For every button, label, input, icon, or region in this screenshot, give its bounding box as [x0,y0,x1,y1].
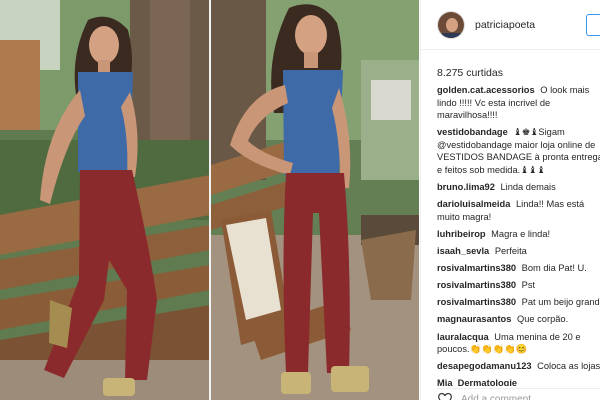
username-link[interactable]: patriciapoeta [475,19,535,31]
post-photo[interactable] [0,0,419,400]
comment-username[interactable]: luhribeirop [437,229,486,239]
photo-panel-right [211,0,419,400]
comment-item: Mia_Dermatologie [437,377,600,386]
post-header: patriciapoeta [421,0,600,50]
comment-text: Pst [521,280,536,291]
comment-list: golden.cat.acessorios O look mais lindo … [437,84,600,391]
comment-username[interactable]: darioluisalmeida [437,199,510,209]
comment-username[interactable]: rosivalmartins380 [437,280,516,290]
comment-text: Coloca as lojas [537,361,600,372]
comment-item: rosivalmartins380 Pat um beijo grande [437,296,600,309]
comment-username[interactable]: vestidobandage [437,127,508,137]
comment-username[interactable]: desapegodamanu123 [437,361,532,371]
comment-item: rosivalmartins380 Pst [437,279,600,292]
photo-right-scene [211,0,419,400]
comment-item: golden.cat.acessorios O look mais lindo … [437,84,600,122]
comment-username[interactable]: golden.cat.acessorios [437,85,535,95]
comment-username[interactable]: magnaurasantos [437,314,511,324]
comment-text: Magra e linda! [491,228,551,239]
comment-item: lauralacqua Uma menina de 20 e poucos.👏👏… [437,331,600,356]
comment-text: Pat um beijo grande [521,297,600,308]
comment-item: desapegodamanu123 Coloca as lojas [437,360,600,373]
follow-button[interactable] [586,13,600,36]
comment-username[interactable]: rosivalmartins380 [437,297,516,307]
comment-username[interactable]: bruno.lima92 [437,182,495,192]
add-comment-bar [437,388,600,400]
comment-username[interactable]: lauralacqua [437,332,489,342]
comment-item: bruno.lima92 Linda demais [437,181,600,194]
comment-item: luhribeirop Magra e linda! [437,228,600,241]
comment-username[interactable]: rosivalmartins380 [437,263,516,273]
comment-username[interactable]: isaah_sevla [437,246,489,256]
comment-text: Linda demais [500,182,556,193]
comment-item: magnaurasantos Que corpão. [437,313,600,326]
comment-item: darioluisalmeida Linda!! Mas está muito … [437,198,600,223]
avatar-image [438,11,464,38]
avatar[interactable] [437,10,465,39]
comment-text: Perfeita [494,246,527,257]
comment-text: Que corpão. [517,314,569,325]
comment-text: Bom dia Pat! U. [521,263,587,274]
likes-count[interactable]: 8.275 curtidas [437,67,503,79]
comment-item: vestidobandage ♝♚♝Sigam @vestidobandage … [437,126,600,176]
photo-left-scene [0,0,210,400]
comment-input[interactable] [461,393,581,400]
comment-item: rosivalmartins380 Bom dia Pat! U. [437,262,600,275]
post-side-panel: patriciapoeta 8.275 curtidas golden.cat.… [420,0,600,400]
heart-outline-icon[interactable] [437,392,453,400]
comment-item: isaah_sevla Perfeita [437,245,600,258]
comment-username[interactable]: Mia_Dermatologie [437,378,517,386]
photo-panel-left [0,0,210,400]
